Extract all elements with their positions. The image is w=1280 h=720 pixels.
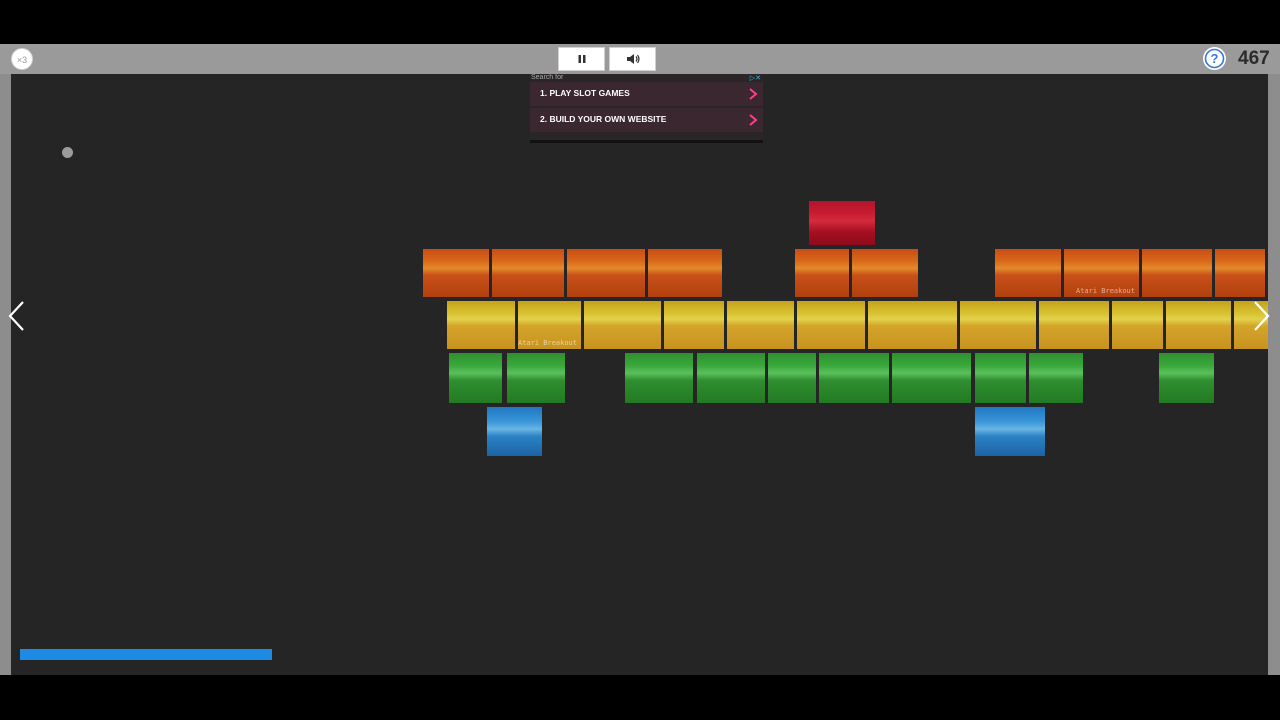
brick-orange: [423, 249, 489, 297]
pause-icon: [578, 55, 585, 63]
right-wall: [1268, 74, 1280, 675]
brick-orange: [567, 249, 645, 297]
brick-yellow: [664, 301, 724, 349]
lives-badge: ×3: [11, 48, 33, 70]
brick-yellow: Atari Breakout: [518, 301, 581, 349]
brick-green: [625, 353, 693, 403]
sound-button[interactable]: [609, 47, 656, 71]
brick-watermark: Atari Breakout: [518, 339, 577, 347]
chevron-right-icon: [749, 88, 758, 100]
top-bar: ×3 ? 467: [0, 44, 1280, 74]
ad-link-play-slot-games[interactable]: 1. PLAY SLOT GAMES: [530, 82, 763, 106]
playfield[interactable]: Search for ▷✕ 1. PLAY SLOT GAMES 2. BUIL…: [11, 74, 1268, 675]
ad-choices-icon[interactable]: ▷✕: [750, 74, 761, 82]
brick-green: [975, 353, 1026, 403]
pause-button[interactable]: [558, 47, 605, 71]
score-counter: 467: [1238, 48, 1270, 69]
brick-orange: [648, 249, 722, 297]
brick-orange: [995, 249, 1061, 297]
next-arrow[interactable]: [1250, 298, 1272, 334]
brick-green: [507, 353, 565, 403]
brick-green: [819, 353, 889, 403]
brick-green: [1159, 353, 1214, 403]
brick-blue: [487, 407, 542, 456]
brick-blue: [975, 407, 1045, 456]
brick-yellow: [1112, 301, 1163, 349]
brick-green: [1029, 353, 1083, 403]
brick-red: [809, 201, 875, 245]
brick-yellow: [960, 301, 1036, 349]
paddle[interactable]: [20, 649, 272, 660]
svg-text:?: ?: [1211, 51, 1219, 66]
brick-yellow: [447, 301, 515, 349]
brick-orange: Atari Breakout: [1064, 249, 1139, 297]
brick-yellow: [1166, 301, 1231, 349]
question-icon: ?: [1204, 48, 1225, 69]
chevron-right-icon: [1254, 301, 1270, 331]
brick-green: [449, 353, 502, 403]
brick-watermark: Atari Breakout: [1075, 287, 1135, 295]
brick-yellow: [584, 301, 661, 349]
brick-orange: [795, 249, 849, 297]
brick-yellow: [727, 301, 794, 349]
ad-link-build-your-own-website[interactable]: 2. BUILD YOUR OWN WEBSITE: [530, 108, 763, 132]
ad-search-label: Search for: [531, 74, 564, 81]
brick-green: [697, 353, 765, 403]
brick-yellow: [868, 301, 957, 349]
brick-yellow: [1039, 301, 1109, 349]
brick-orange: [1142, 249, 1212, 297]
previous-arrow[interactable]: [6, 298, 28, 334]
left-wall: [0, 74, 11, 675]
brick-green: [768, 353, 816, 403]
brick-orange: [1215, 249, 1265, 297]
brick-orange: [852, 249, 918, 297]
speaker-icon: [626, 54, 640, 64]
ad-link-label: 2. BUILD YOUR OWN WEBSITE: [540, 114, 667, 124]
help-button[interactable]: ?: [1203, 47, 1226, 70]
ad-link-label: 1. PLAY SLOT GAMES: [540, 88, 630, 98]
brick-yellow: [797, 301, 865, 349]
brick-orange: [492, 249, 564, 297]
game-window: ×3 ? 467 Search for ▷✕ 1. PLAY SLOT GAME…: [0, 0, 1280, 720]
ad-panel: Search for ▷✕ 1. PLAY SLOT GAMES 2. BUIL…: [530, 74, 763, 143]
chevron-right-icon: [749, 114, 758, 126]
chevron-left-icon: [8, 301, 24, 331]
brick-green: [892, 353, 971, 403]
ball: [62, 147, 73, 158]
